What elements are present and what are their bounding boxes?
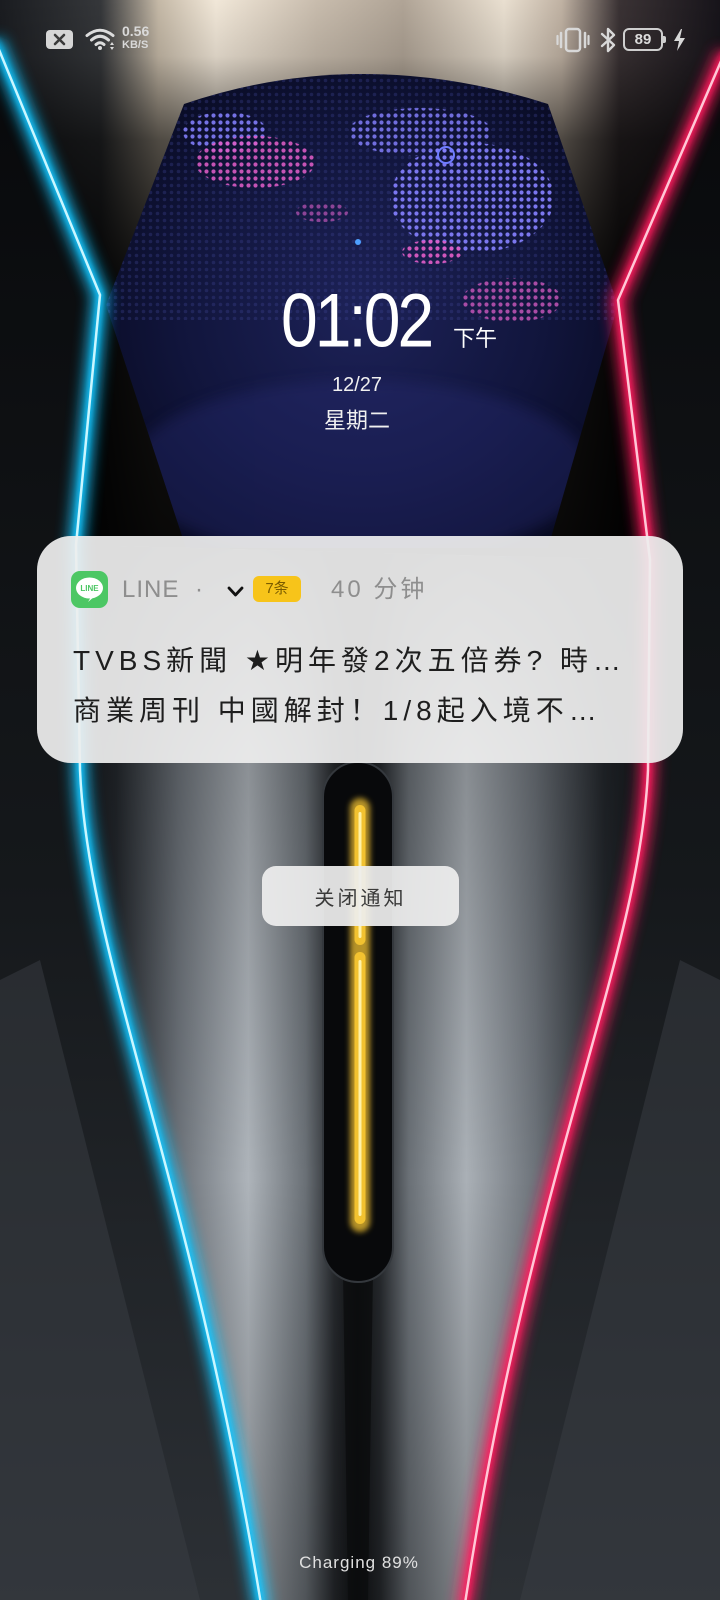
chevron-down-icon[interactable] bbox=[227, 585, 244, 597]
battery-icon: 89 bbox=[623, 28, 666, 51]
date-text: 12/27 bbox=[331, 374, 383, 396]
wifi-icon bbox=[84, 27, 116, 51]
clock-am-pm: 下午 bbox=[453, 326, 498, 351]
notification-time: 40 分钟 bbox=[331, 576, 428, 603]
lock-screen-wallpaper bbox=[0, 0, 720, 1600]
dismiss-notifications-button[interactable]: 关闭通知 bbox=[262, 866, 459, 926]
dismiss-button-label: 关闭通知 bbox=[314, 887, 407, 910]
network-speed-unit: KB/S bbox=[122, 39, 149, 51]
network-speed-value: 0.56 bbox=[122, 23, 150, 39]
battery-level: 89 bbox=[634, 31, 652, 48]
notification-message: TVBS新聞 ★明年發2次五倍券? 時… bbox=[73, 645, 626, 676]
charging-bolt-icon bbox=[673, 29, 686, 51]
notification-app-name: LINE bbox=[122, 576, 180, 603]
charging-status: Charging 89% bbox=[299, 1553, 419, 1572]
vibrate-icon bbox=[556, 27, 590, 53]
weekday-text: 星期二 bbox=[323, 408, 390, 433]
header-separator: · bbox=[195, 576, 203, 603]
no-sim-icon bbox=[45, 29, 74, 50]
line-app-icon: LINE bbox=[71, 571, 108, 608]
notification-card[interactable]: LINE LINE · 7条 40 分钟 TVBS新聞 ★明年發2次五倍券? 時… bbox=[37, 536, 683, 763]
network-speed: 0.56 KB/S bbox=[122, 23, 150, 52]
line-logo-text: LINE bbox=[80, 584, 99, 593]
battery-nub bbox=[663, 36, 666, 43]
clock-time: 01:02 bbox=[281, 277, 434, 363]
notification-message: 商業周刊 中國解封！1/8起入境不… bbox=[73, 695, 602, 726]
bluetooth-icon bbox=[600, 25, 616, 55]
message-count-badge: 7条 bbox=[253, 576, 301, 602]
